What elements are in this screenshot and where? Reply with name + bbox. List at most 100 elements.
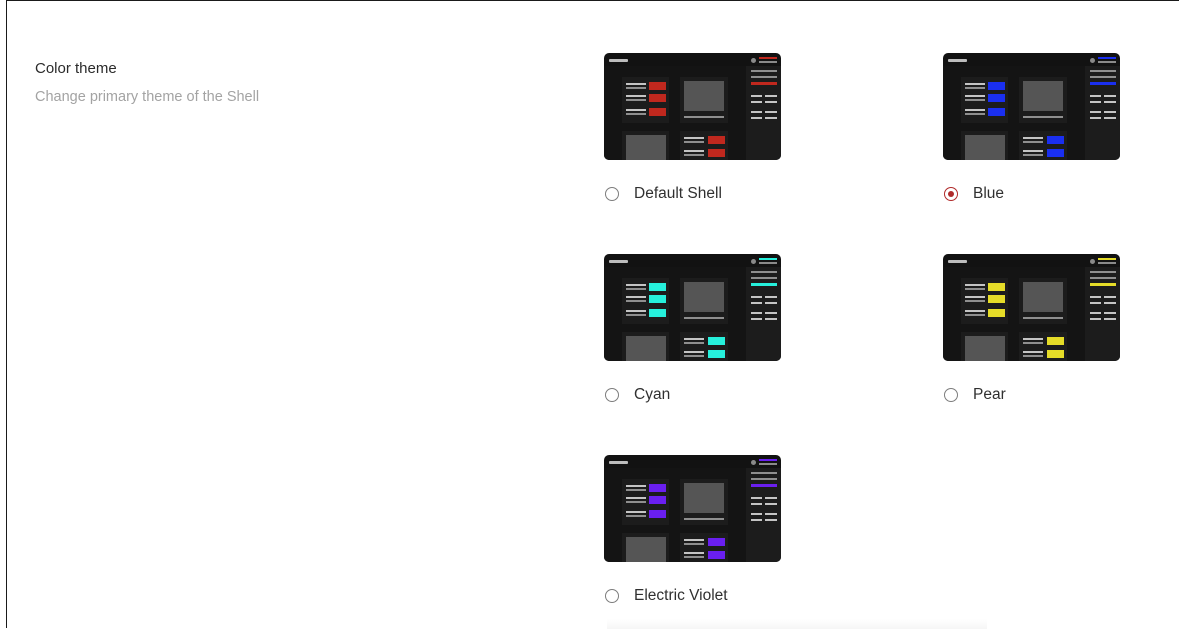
preview-side-line [751, 318, 762, 320]
preview-side-accent [1090, 283, 1116, 286]
preview-line [626, 113, 646, 115]
preview-accent-box [708, 538, 725, 546]
preview-side-line [765, 111, 777, 113]
theme-radio-row[interactable]: Blue [944, 185, 1123, 203]
preview-sidebar [746, 267, 781, 361]
preview-accent-box [988, 94, 1005, 102]
preview-side-line [751, 503, 762, 505]
preview-accent-line [759, 57, 777, 59]
preview-line [684, 355, 704, 357]
preview-side-line [765, 503, 777, 505]
preview-accent-box [649, 283, 666, 291]
preview-line [626, 515, 646, 517]
preview-line [1023, 137, 1043, 139]
preview-accent-box [649, 484, 666, 492]
preview-line [1023, 154, 1043, 156]
theme-option-default-shell[interactable]: Default Shell [604, 53, 784, 203]
preview-line [1023, 355, 1043, 357]
preview-side-line [1090, 76, 1116, 78]
theme-radio-row[interactable]: Pear [944, 386, 1123, 404]
theme-radio-button[interactable] [944, 187, 958, 201]
preview-accent-box [708, 136, 725, 144]
theme-radio-label: Pear [973, 386, 1006, 403]
preview-accent-box [649, 94, 666, 102]
theme-radio-button[interactable] [605, 589, 619, 603]
preview-side-line [1090, 95, 1101, 97]
preview-side-line [765, 519, 777, 521]
preview-accent-box [988, 283, 1005, 291]
preview-side-line [751, 117, 762, 119]
preview-line [1023, 351, 1043, 353]
preview-line [684, 317, 724, 319]
preview-side-line [765, 95, 777, 97]
preview-line [626, 485, 646, 487]
preview-gray-line [759, 262, 777, 264]
setting-description: Change primary theme of the Shell [35, 89, 260, 105]
preview-line [626, 310, 646, 312]
preview-image [626, 336, 666, 361]
theme-radio-label: Electric Violet [634, 587, 728, 604]
theme-radio-row[interactable]: Cyan [605, 386, 784, 404]
theme-preview-thumbnail [604, 455, 781, 562]
settings-panel: Color theme Change primary theme of the … [6, 0, 1179, 629]
theme-option-pear[interactable]: Pear [943, 254, 1123, 404]
theme-radio-button[interactable] [605, 187, 619, 201]
theme-option-cyan[interactable]: Cyan [604, 254, 784, 404]
preview-side-line [751, 296, 762, 298]
preview-gray-line [1098, 61, 1116, 63]
preview-accent-box [649, 496, 666, 504]
preview-line [1023, 338, 1043, 340]
preview-line [965, 300, 985, 302]
preview-line [626, 314, 646, 316]
preview-line [965, 83, 985, 85]
preview-avatar-dot [1090, 58, 1095, 63]
preview-accent-box [708, 551, 725, 559]
setting-info: Color theme Change primary theme of the … [35, 59, 259, 106]
preview-image [626, 537, 666, 562]
preview-image [965, 135, 1005, 160]
preview-line [684, 556, 704, 558]
theme-radio-button[interactable] [605, 388, 619, 402]
preview-line [626, 489, 646, 491]
preview-side-line [765, 302, 777, 304]
preview-line [684, 150, 704, 152]
preview-image [684, 282, 724, 312]
theme-preview-thumbnail [943, 254, 1120, 361]
setting-title: Color theme [35, 60, 117, 77]
theme-preview-thumbnail [604, 254, 781, 361]
preview-sidebar [746, 468, 781, 562]
preview-gray-line [1098, 262, 1116, 264]
preview-side-line [1104, 117, 1116, 119]
preview-line [684, 116, 724, 118]
preview-line [626, 511, 646, 513]
preview-side-line [1090, 70, 1116, 72]
preview-line [626, 300, 646, 302]
preview-accent-box [649, 309, 666, 317]
preview-side-line [765, 497, 777, 499]
preview-accent-box [649, 108, 666, 116]
preview-line [684, 543, 704, 545]
preview-line [965, 314, 985, 316]
preview-side-line [751, 519, 762, 521]
preview-accent-box [988, 309, 1005, 317]
preview-accent-box [708, 149, 725, 157]
preview-side-accent [751, 82, 777, 85]
preview-accent-box [708, 350, 725, 358]
theme-radio-button[interactable] [944, 388, 958, 402]
preview-title-line [609, 59, 628, 62]
preview-side-line [751, 312, 762, 314]
preview-accent-box [649, 82, 666, 90]
preview-side-line [765, 312, 777, 314]
theme-radio-row[interactable]: Default Shell [605, 185, 784, 203]
theme-option-blue[interactable]: Blue [943, 53, 1123, 203]
preview-side-line [1090, 111, 1101, 113]
theme-option-electric-violet[interactable]: Electric Violet [604, 455, 784, 605]
preview-side-line [751, 70, 777, 72]
theme-radio-row[interactable]: Electric Violet [605, 587, 784, 605]
preview-accent-line [759, 258, 777, 260]
preview-image [684, 81, 724, 111]
preview-line [965, 310, 985, 312]
preview-accent-box [708, 337, 725, 345]
preview-line [965, 284, 985, 286]
preview-accent-box [988, 295, 1005, 303]
